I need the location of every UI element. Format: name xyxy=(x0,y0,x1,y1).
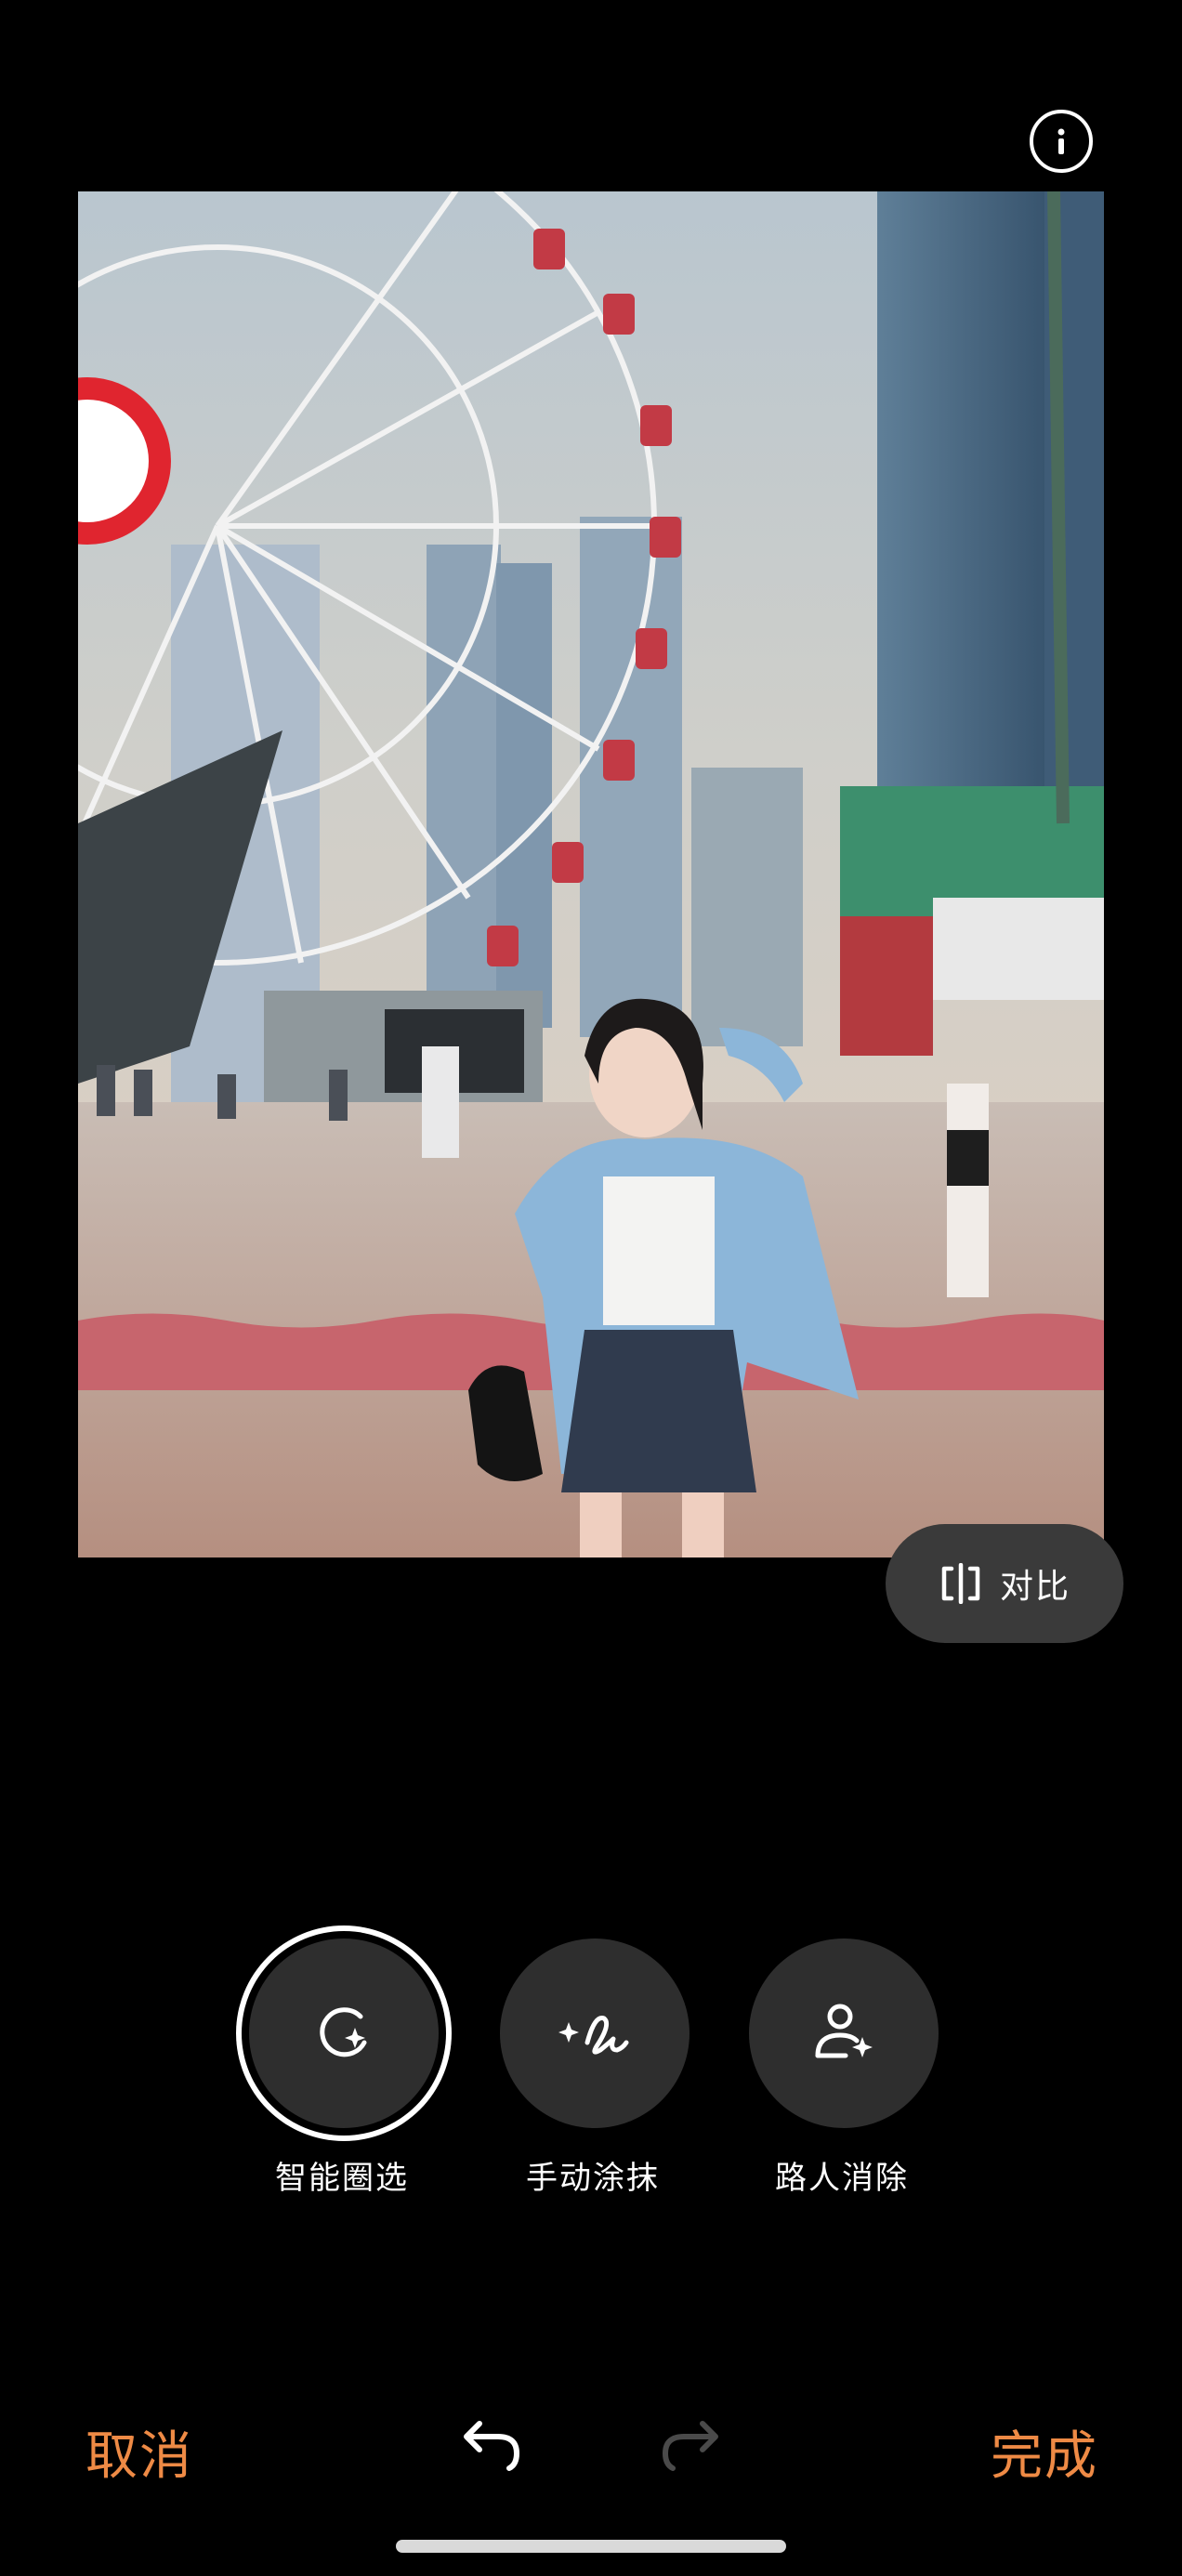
smart-select-tool-button[interactable] xyxy=(249,1939,439,2128)
compare-label: 对比 xyxy=(999,1568,1070,1606)
info-button[interactable] xyxy=(1030,110,1093,173)
compare-icon xyxy=(941,1563,980,1604)
smart-select-label: 智能圈选 xyxy=(275,2160,409,2197)
remove-person-tool-button[interactable] xyxy=(749,1939,939,2128)
compare-button[interactable]: 对比 xyxy=(886,1524,1123,1643)
manual-brush-label: 手动涂抹 xyxy=(526,2160,660,2197)
manual-brush-tool-button[interactable] xyxy=(500,1939,690,2128)
remove-person-icon xyxy=(815,2004,873,2058)
cancel-button[interactable]: 取消 xyxy=(85,2414,193,2490)
smart-select-icon xyxy=(320,2007,367,2057)
redo-icon[interactable] xyxy=(656,2416,730,2472)
brush-icon xyxy=(558,2016,629,2055)
home-indicator[interactable] xyxy=(396,2540,786,2553)
screen: 对比 智能圈选 手动涂抹 路人消除 取消 完成 xyxy=(0,0,1182,2576)
photo-preview[interactable] xyxy=(78,191,1104,1557)
undo-icon[interactable] xyxy=(452,2416,526,2472)
remove-person-label: 路人消除 xyxy=(775,2160,909,2197)
done-button[interactable]: 完成 xyxy=(991,2414,1098,2490)
info-icon xyxy=(1057,128,1065,154)
